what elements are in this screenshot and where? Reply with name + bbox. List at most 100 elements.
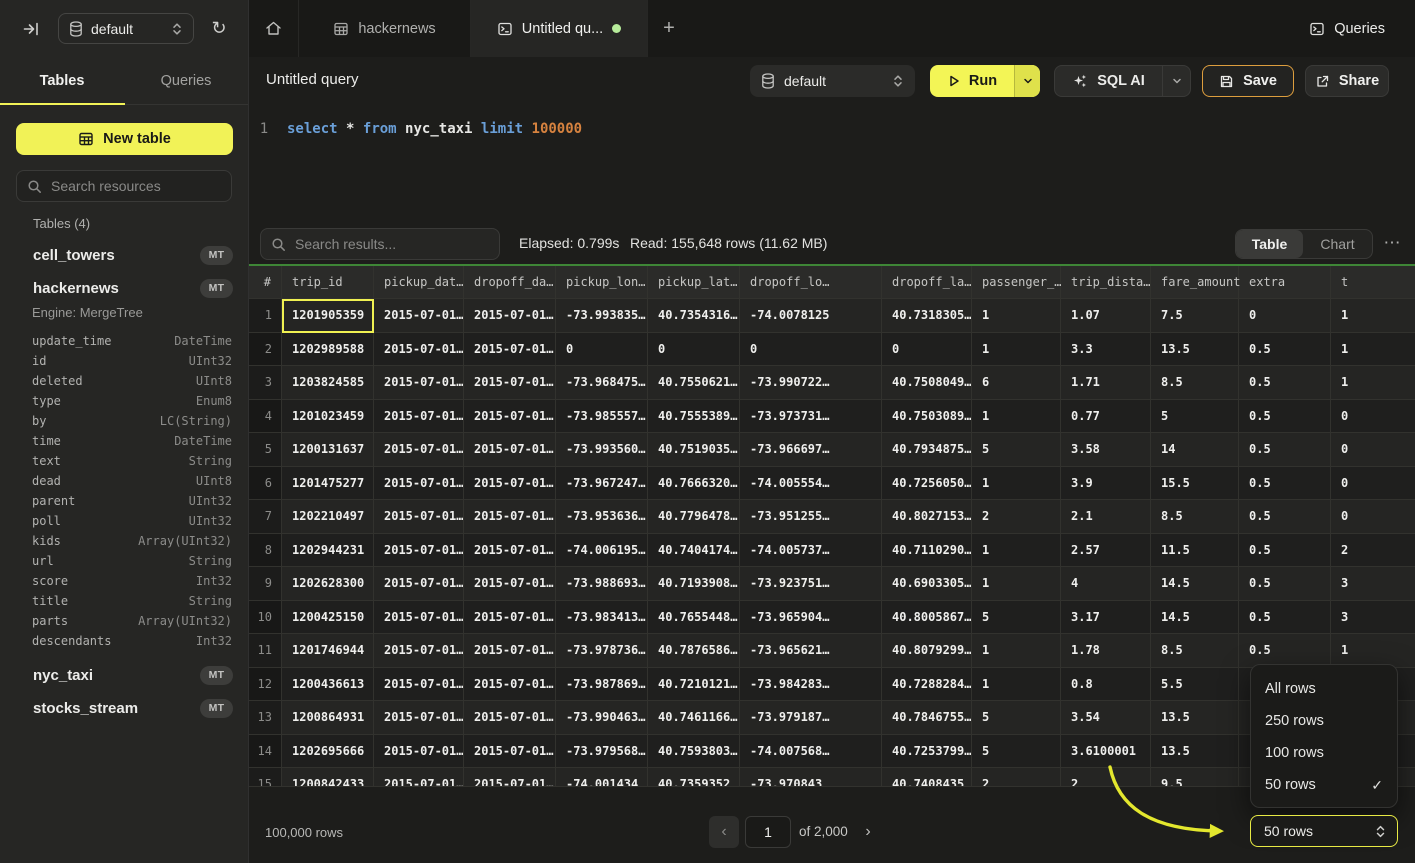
column-header[interactable]: dropoff_la… — [882, 266, 972, 299]
table-cell[interactable]: 40.7253799… — [882, 735, 972, 769]
sql-editor[interactable]: 1 select * from nyc_taxi limit 100000 — [249, 105, 1415, 225]
table-cell[interactable]: 1201905359 — [282, 299, 374, 333]
table-cell[interactable]: 40.7655448… — [648, 601, 740, 635]
table-cell[interactable]: 8.5 — [1151, 500, 1239, 534]
table-cell[interactable]: 1 — [1331, 366, 1415, 400]
table-cell[interactable]: 2015-07-01… — [374, 534, 464, 568]
table-cell[interactable]: 2015-07-01… — [464, 534, 556, 568]
table-cell[interactable]: 5 — [972, 601, 1061, 635]
sidebar-item-stocks-stream[interactable]: stocks_stream MT — [16, 695, 233, 721]
table-cell[interactable]: 1 — [972, 333, 1061, 367]
table-cell[interactable]: 0 — [1331, 500, 1415, 534]
table-cell[interactable]: 40.7256050… — [882, 467, 972, 501]
table-cell[interactable]: 1 — [972, 400, 1061, 434]
search-resources-input[interactable]: Search resources — [16, 170, 232, 202]
table-cell[interactable]: -73.990463… — [556, 701, 648, 735]
table-cell[interactable]: 2 — [1061, 768, 1151, 786]
save-button[interactable]: Save — [1202, 65, 1294, 97]
table-cell[interactable]: 5 — [1151, 400, 1239, 434]
table-cell[interactable]: 0 — [1331, 467, 1415, 501]
table-cell[interactable]: 1202210497 — [282, 500, 374, 534]
page-number-input[interactable]: 1 — [745, 816, 791, 848]
table-cell[interactable]: 0 — [1331, 433, 1415, 467]
table-cell[interactable]: 1200131637 — [282, 433, 374, 467]
table-cell[interactable]: 1.71 — [1061, 366, 1151, 400]
table-cell[interactable]: 2015-07-01… — [374, 701, 464, 735]
column-header[interactable]: dropoff_lo… — [740, 266, 882, 299]
table-cell[interactable]: -73.966697… — [740, 433, 882, 467]
column-header[interactable]: extra — [1239, 266, 1331, 299]
table-cell[interactable]: 2015-07-01… — [464, 701, 556, 735]
table-cell[interactable]: -73.979568… — [556, 735, 648, 769]
table-cell[interactable]: 3.6100001 — [1061, 735, 1151, 769]
queries-button[interactable]: Queries — [1309, 0, 1415, 57]
table-cell[interactable]: 8.5 — [1151, 634, 1239, 668]
table-cell[interactable]: 2 — [972, 768, 1061, 786]
table-cell[interactable]: 3.58 — [1061, 433, 1151, 467]
table-cell[interactable]: 40.8027153… — [882, 500, 972, 534]
table-cell[interactable]: 1201023459 — [282, 400, 374, 434]
tab-hackernews[interactable]: hackernews — [299, 0, 471, 57]
table-cell[interactable]: 2015-07-01… — [374, 634, 464, 668]
table-cell[interactable]: 2015-07-01… — [374, 400, 464, 434]
table-cell[interactable]: 40.7210121… — [648, 668, 740, 702]
table-cell[interactable]: -73.965621… — [740, 634, 882, 668]
table-cell[interactable]: 5 — [972, 735, 1061, 769]
table-cell[interactable]: 13.5 — [1151, 701, 1239, 735]
table-cell[interactable]: 0.5 — [1239, 366, 1331, 400]
table-cell[interactable]: 40.7666320… — [648, 467, 740, 501]
page-size-option[interactable]: 50 rows✓ — [1251, 769, 1397, 801]
column-header[interactable]: trip_dista… — [1061, 266, 1151, 299]
table-cell[interactable]: 1200864931 — [282, 701, 374, 735]
table-cell[interactable]: 3 — [1331, 567, 1415, 601]
table-cell[interactable]: 2015-07-01… — [464, 366, 556, 400]
table-cell[interactable]: 1 — [972, 634, 1061, 668]
table-cell[interactable]: 2015-07-01… — [464, 433, 556, 467]
table-cell[interactable]: 2015-07-01… — [464, 333, 556, 367]
table-cell[interactable]: 2015-07-01… — [374, 768, 464, 786]
table-cell[interactable]: 1202628300 — [282, 567, 374, 601]
page-size-option[interactable]: 250 rows — [1251, 705, 1397, 737]
table-cell[interactable]: -73.953636… — [556, 500, 648, 534]
table-cell[interactable]: 0.5 — [1239, 433, 1331, 467]
table-cell[interactable]: -74.0078125 — [740, 299, 882, 333]
table-cell[interactable]: 40.7461166… — [648, 701, 740, 735]
table-cell[interactable]: 2015-07-01… — [464, 768, 556, 786]
table-cell[interactable]: 1 — [972, 534, 1061, 568]
table-cell[interactable]: 2015-07-01… — [374, 433, 464, 467]
sidebar-item-nyc-taxi[interactable]: nyc_taxi MT — [16, 662, 233, 688]
share-button[interactable]: Share — [1305, 65, 1389, 97]
table-cell[interactable]: 40.7503089… — [882, 400, 972, 434]
page-size-option[interactable]: 100 rows — [1251, 737, 1397, 769]
table-cell[interactable]: -73.970843 — [740, 768, 882, 786]
table-cell[interactable]: 0.77 — [1061, 400, 1151, 434]
table-cell[interactable]: 6 — [972, 366, 1061, 400]
table-cell[interactable]: 2015-07-01… — [374, 299, 464, 333]
table-cell[interactable]: 1203824585 — [282, 366, 374, 400]
table-cell[interactable]: -73.988693… — [556, 567, 648, 601]
table-cell[interactable]: 3.9 — [1061, 467, 1151, 501]
table-cell[interactable]: 1 — [972, 467, 1061, 501]
table-cell[interactable]: 1200425150 — [282, 601, 374, 635]
tab-home[interactable] — [249, 0, 299, 57]
table-cell[interactable]: 1 — [1331, 634, 1415, 668]
table-cell[interactable]: 5 — [972, 433, 1061, 467]
table-cell[interactable]: 2015-07-01… — [464, 299, 556, 333]
sidebar-item-cell-towers[interactable]: cell_towers MT — [16, 242, 233, 268]
column-header[interactable]: t — [1331, 266, 1415, 299]
table-cell[interactable]: 8.5 — [1151, 366, 1239, 400]
table-cell[interactable]: 0.5 — [1239, 567, 1331, 601]
table-cell[interactable]: 0.8 — [1061, 668, 1151, 702]
table-cell[interactable]: 40.7193908… — [648, 567, 740, 601]
table-cell[interactable]: 40.7846755… — [882, 701, 972, 735]
topbar-database-selector[interactable]: default — [58, 13, 194, 44]
table-cell[interactable]: 11.5 — [1151, 534, 1239, 568]
table-cell[interactable]: 0.5 — [1239, 634, 1331, 668]
sql-ai-button[interactable]: SQL AI — [1055, 73, 1162, 89]
column-header[interactable]: fare_amount — [1151, 266, 1239, 299]
table-cell[interactable]: 1201746944 — [282, 634, 374, 668]
table-cell[interactable]: 2015-07-01… — [374, 500, 464, 534]
table-cell[interactable]: -73.990722… — [740, 366, 882, 400]
table-cell[interactable]: -74.005737… — [740, 534, 882, 568]
table-cell[interactable]: 1 — [1331, 299, 1415, 333]
